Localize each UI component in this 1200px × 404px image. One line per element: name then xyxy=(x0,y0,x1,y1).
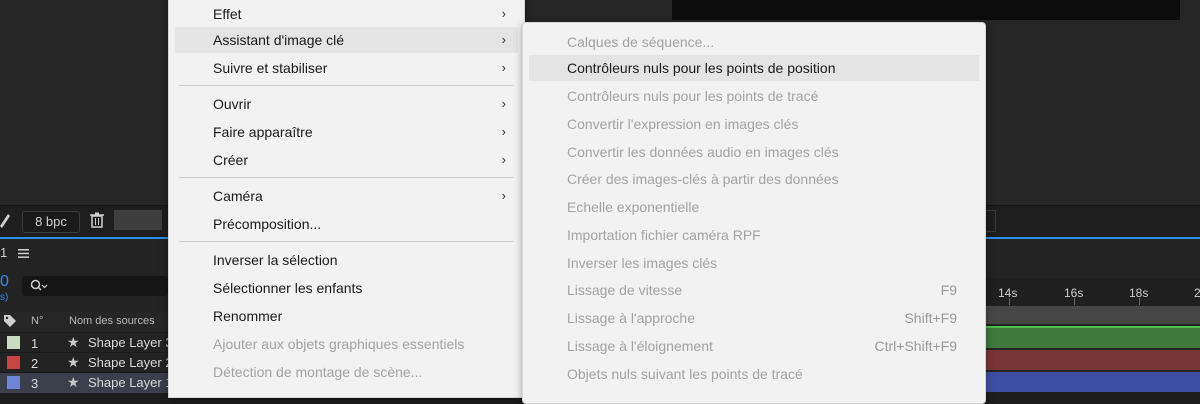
brush-icon[interactable] xyxy=(0,212,10,228)
column-number[interactable]: N° xyxy=(31,315,43,327)
layer-number: 1 xyxy=(31,336,39,351)
hamburger-menu-icon[interactable] xyxy=(18,249,29,258)
chevron-right-icon: › xyxy=(501,152,506,167)
current-time-sub: s) xyxy=(0,292,9,303)
layer-row[interactable]: 1 ★ Shape Layer 3 xyxy=(0,332,173,353)
ruler-tick xyxy=(1139,298,1140,305)
submenu-item-controleurs-nuls-position[interactable]: Contrôleurs nuls pour les points de posi… xyxy=(529,55,979,81)
layer-track-bar[interactable] xyxy=(985,350,1200,370)
layer-name[interactable]: Shape Layer 2 xyxy=(88,355,173,370)
ruler-label: 2 xyxy=(1194,286,1200,300)
layer-label-color[interactable] xyxy=(7,356,20,369)
layer-row[interactable]: 3 ★ Shape Layer 1 xyxy=(0,372,173,393)
menu-item-renommer[interactable]: Renommer xyxy=(175,303,518,329)
timeline-panel-number: 1 xyxy=(0,245,8,260)
chevron-right-icon: › xyxy=(501,32,506,47)
submenu-item-convertir-audio: Convertir les données audio en images cl… xyxy=(567,144,839,160)
chevron-right-icon: › xyxy=(501,124,506,139)
submenu-item-creer-images-cles-donnees: Créer des images-clés à partir des donné… xyxy=(567,171,839,187)
menu-separator xyxy=(179,241,514,242)
column-source-name[interactable]: Nom des sources xyxy=(69,315,155,327)
ruler-label: 14s xyxy=(998,286,1018,300)
search-icon xyxy=(30,279,48,291)
menu-item-camera[interactable]: Caméra › xyxy=(175,183,518,209)
submenu-item-convertir-expression: Convertir l'expression en images clés xyxy=(567,116,799,132)
menu-item-suivre-stabiliser[interactable]: Suivre et stabiliser › xyxy=(175,55,518,81)
chevron-right-icon: › xyxy=(501,96,506,111)
menu-separator xyxy=(179,177,514,178)
ruler-tick xyxy=(1009,298,1010,305)
bit-depth-button[interactable]: 8 bpc xyxy=(22,211,80,233)
menu-item-assistant-image-cle[interactable]: Assistant d'image clé › xyxy=(175,27,518,53)
submenu-item-calques-sequence: Calques de séquence... xyxy=(567,34,715,50)
layer-label-color[interactable] xyxy=(7,376,20,389)
submenu-item-inverser-images-cles: Inverser les images clés xyxy=(567,255,718,271)
submenu-item-importation-rpf: Importation fichier caméra RPF xyxy=(567,227,761,243)
menu-separator xyxy=(179,85,514,86)
layer-number: 2 xyxy=(31,356,39,371)
submenu-item-lissage-vitesse: Lissage de vitesse F9 xyxy=(529,277,979,303)
layer-name[interactable]: Shape Layer 3 xyxy=(88,335,173,350)
menu-item-inverser-selection[interactable]: Inverser la sélection xyxy=(175,247,518,273)
shortcut-label: Ctrl+Shift+F9 xyxy=(874,338,957,354)
shortcut-label: Shift+F9 xyxy=(904,310,957,326)
shortcut-label: F9 xyxy=(940,282,957,298)
composition-frame xyxy=(672,0,1180,20)
chevron-right-icon: › xyxy=(501,60,506,75)
layer-context-menu: Effet › Assistant d'image clé › Suivre e… xyxy=(168,0,525,398)
work-area-bar[interactable] xyxy=(985,306,1200,324)
ruler-tick xyxy=(1074,298,1075,305)
layer-row[interactable]: 2 ★ Shape Layer 2 xyxy=(0,352,173,373)
submenu-item-controleurs-nuls-trace: Contrôleurs nuls pour les points de trac… xyxy=(567,88,819,104)
current-time[interactable]: 0 xyxy=(0,273,9,291)
menu-item-effet[interactable]: Effet › xyxy=(175,1,518,27)
layer-label-color[interactable] xyxy=(7,336,20,349)
submenu-item-objets-nuls-trace: Objets nuls suivant les points de tracé xyxy=(567,366,803,382)
label-tag-icon[interactable] xyxy=(3,314,17,328)
submenu-item-lissage-approche: Lissage à l'approche Shift+F9 xyxy=(529,305,979,331)
menu-item-creer[interactable]: Créer › xyxy=(175,147,518,173)
submenu-item-echelle-exponentielle: Echelle exponentielle xyxy=(567,199,700,215)
menu-item-detection-montage-scene: Détection de montage de scène... xyxy=(213,364,423,380)
chevron-right-icon: › xyxy=(501,6,506,21)
submenu-item-lissage-eloignement: Lissage à l'éloignement Ctrl+Shift+F9 xyxy=(529,333,979,359)
trash-icon[interactable] xyxy=(89,212,105,228)
menu-item-ouvrir[interactable]: Ouvrir › xyxy=(175,91,518,117)
menu-item-faire-apparaitre[interactable]: Faire apparaître › xyxy=(175,119,518,145)
layer-track-bar[interactable] xyxy=(985,372,1200,392)
chevron-right-icon: › xyxy=(501,188,506,203)
star-icon: ★ xyxy=(67,354,80,370)
star-icon: ★ xyxy=(67,374,80,390)
keyframe-assistant-submenu: Calques de séquence... Contrôleurs nuls … xyxy=(522,22,986,404)
menu-item-ajouter-graphiques-essentiels: Ajouter aux objets graphiques essentiels xyxy=(213,336,465,352)
layer-number: 3 xyxy=(31,376,39,391)
layer-track-bar[interactable] xyxy=(985,326,1200,348)
viewer-control[interactable] xyxy=(985,210,996,232)
star-icon: ★ xyxy=(67,334,80,350)
color-swatch[interactable] xyxy=(114,210,162,230)
menu-item-precomposition[interactable]: Précomposition... xyxy=(175,211,518,237)
menu-item-selectionner-enfants[interactable]: Sélectionner les enfants xyxy=(175,275,518,301)
